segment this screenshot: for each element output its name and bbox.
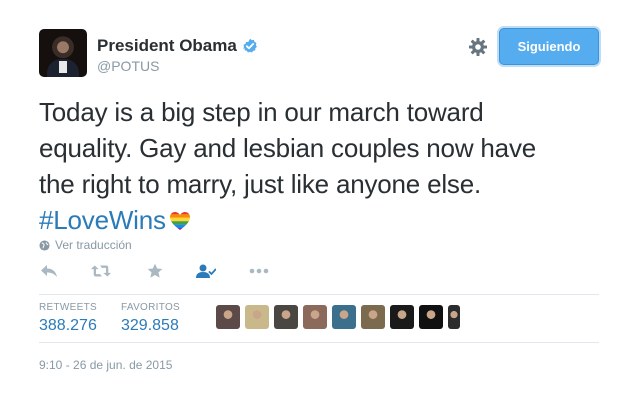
favoriter-avatar[interactable]: [332, 305, 356, 329]
user-handle[interactable]: @POTUS: [97, 58, 159, 74]
favoriter-avatars: [216, 305, 460, 329]
tweet-text: Today is a big step in our march toward …: [39, 94, 609, 238]
follow-icon: [196, 264, 216, 278]
globe-icon: [39, 239, 50, 251]
favoriter-avatar[interactable]: [245, 305, 269, 329]
follow-user-button[interactable]: [196, 262, 216, 280]
retweet-icon: [91, 265, 111, 277]
tweet-text-line-2: equality. Gay and lesbian couples now ha…: [39, 133, 537, 163]
divider-top: [39, 294, 599, 295]
tweet-timestamp[interactable]: 9:10 - 26 de jun. de 2015: [39, 358, 172, 372]
favorites-label: FAVORITOS: [121, 302, 181, 313]
tweet-text-line-1: Today is a big step in our march toward: [39, 97, 484, 127]
retweets-count[interactable]: 388.276: [39, 317, 97, 335]
favoriter-avatar[interactable]: [448, 305, 460, 329]
retweet-button[interactable]: [91, 262, 111, 280]
more-icon: [249, 268, 269, 274]
avatar[interactable]: [39, 29, 87, 77]
favoriter-avatar[interactable]: [419, 305, 443, 329]
divider-bottom: [39, 342, 599, 343]
following-button[interactable]: Siguiendo: [499, 28, 599, 65]
favorites-count[interactable]: 329.858: [121, 317, 179, 335]
favorite-icon: [147, 263, 163, 278]
reply-button[interactable]: [39, 262, 59, 280]
translate-link-label[interactable]: Ver traducción: [55, 238, 132, 252]
more-options-button[interactable]: [249, 262, 269, 280]
rainbow-heart-icon: [169, 212, 190, 230]
display-name-text[interactable]: President Obama: [97, 36, 237, 56]
translate-link[interactable]: Ver traducción: [39, 238, 132, 252]
favoriter-avatar[interactable]: [390, 305, 414, 329]
hashtag-link[interactable]: #LoveWins: [39, 205, 166, 235]
display-name[interactable]: President Obama: [97, 36, 258, 56]
retweets-label: RETWEETS: [39, 302, 97, 313]
favorite-button[interactable]: [145, 262, 165, 280]
gear-icon[interactable]: [468, 37, 488, 57]
favoriter-avatar[interactable]: [216, 305, 240, 329]
reply-icon: [41, 265, 57, 277]
verified-badge-icon: [242, 38, 257, 53]
favoriter-avatar[interactable]: [361, 305, 385, 329]
favoriter-avatar[interactable]: [274, 305, 298, 329]
tweet-text-line-3: the right to marry, just like anyone els…: [39, 169, 481, 199]
favoriter-avatar[interactable]: [303, 305, 327, 329]
